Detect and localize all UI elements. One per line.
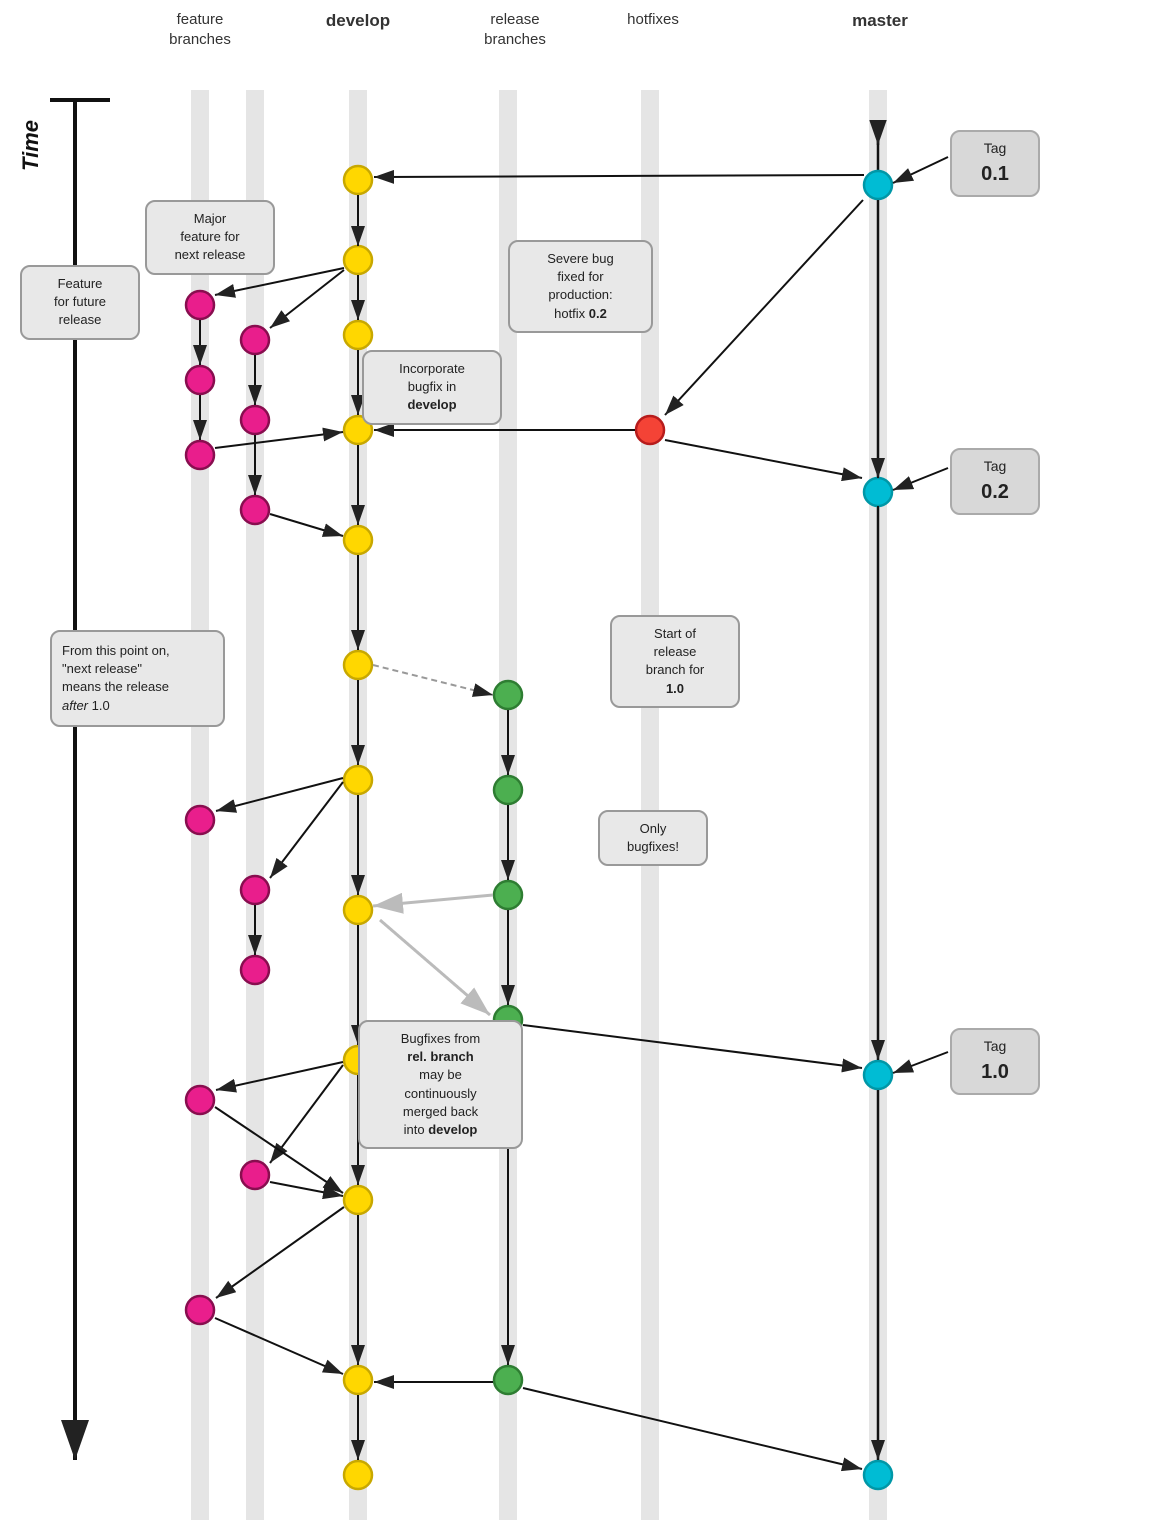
tag-label-01: Tag (968, 138, 1022, 159)
tag-box-02: Tag 0.2 (950, 448, 1040, 515)
tag-value-02: 0.2 (968, 477, 1022, 507)
tag-label-02: Tag (968, 456, 1022, 477)
tooltip-severe-bug: Severe bugfixed forproduction:hotfix 0.2 (508, 240, 653, 333)
tag-label-10: Tag (968, 1036, 1022, 1057)
tag-value-01: 0.1 (968, 159, 1022, 189)
tooltip-incorporate-bugfix: Incorporatebugfix indevelop (362, 350, 502, 425)
tooltip-only-bugfixes: Onlybugfixes! (598, 810, 708, 866)
tooltip-major-feature: Majorfeature fornext release (145, 200, 275, 275)
tooltip-start-release: Start ofreleasebranch for1.0 (610, 615, 740, 708)
tag-box-01: Tag 0.1 (950, 130, 1040, 197)
diagram-container: featurebranches develop releasebranches … (0, 0, 1150, 1524)
tooltip-bugfixes-from: Bugfixes fromrel. branchmay becontinuous… (358, 1020, 523, 1149)
tooltip-feature-future: Featurefor futurerelease (20, 265, 140, 340)
tag-box-10: Tag 1.0 (950, 1028, 1040, 1095)
tooltip-next-release: From this point on,"next release"means t… (50, 630, 225, 727)
tag-value-10: 1.0 (968, 1057, 1022, 1087)
